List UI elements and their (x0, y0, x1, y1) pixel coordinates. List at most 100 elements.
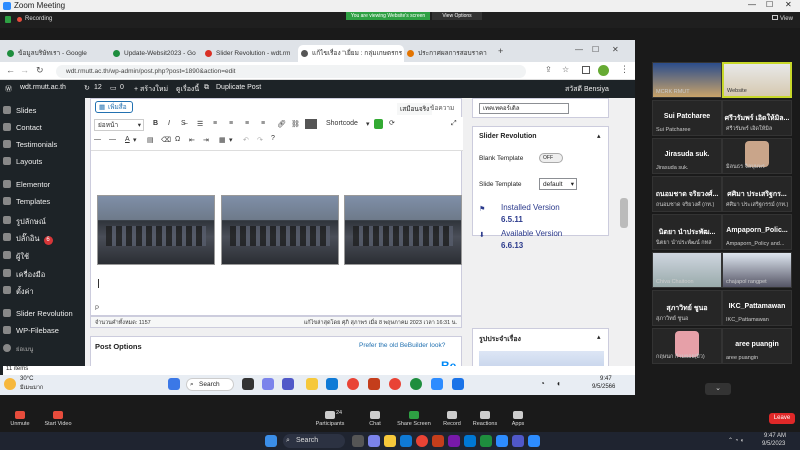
plugin-icon[interactable] (374, 119, 383, 129)
scrollbar-thumb[interactable] (620, 198, 628, 228)
site-name[interactable]: wdt.rmutt.ac.th (20, 84, 66, 91)
shortcode-select[interactable]: Shortcode (326, 120, 358, 127)
category-select[interactable]: เทคเทคอร์เดิล (479, 103, 569, 114)
help-icon[interactable]: ? (271, 135, 275, 142)
participant-tile[interactable]: มิลนธร จิลบุษพร (722, 138, 792, 174)
participant-tile[interactable]: ศรีวรัมพร์ เอิดให้มิล... ศรีวรัมพร์ เอิดใ… (722, 100, 792, 136)
maximize-icon[interactable]: ☐ (766, 0, 773, 9)
app-icon[interactable] (452, 378, 464, 390)
bullet-list-icon[interactable]: ☰ (197, 120, 203, 128)
collapse-menu[interactable]: ย่อเมนู (3, 344, 33, 354)
tab-0[interactable]: ข้อมูลบริษัทเรา - Google (4, 45, 110, 62)
word-icon[interactable] (464, 435, 476, 447)
collapse-icon[interactable]: ▴ (597, 132, 601, 140)
participant-tile[interactable]: ศศิมา ประเสริฐกร... ศศิมา ประเสริฐกรรม์ (… (722, 176, 792, 212)
special-char-icon[interactable]: Ω (175, 136, 180, 143)
gallery-image[interactable] (97, 195, 215, 265)
hr-icon[interactable]: — (109, 136, 116, 143)
sidebar-item-plugins[interactable]: ปลั๊กอิน 6 (3, 233, 53, 245)
teams-chat-icon[interactable] (282, 378, 294, 390)
app-icon[interactable] (512, 435, 524, 447)
new-content-link[interactable]: + สร้างใหม่ (134, 84, 168, 95)
participant-tile[interactable]: chajapol rangpet (722, 252, 792, 288)
menu-icon[interactable]: ⋮ (620, 64, 629, 75)
clear-format-icon[interactable]: ⌫ (161, 136, 171, 144)
participant-tile[interactable]: สุภาวิทย์ ชูนอ สุภาวิทย์ ชูนอ (652, 290, 722, 326)
format-select[interactable]: ย่อหน้า ▾ (94, 119, 144, 131)
duplicate-post-link[interactable]: Duplicate Post (216, 84, 261, 91)
tray-icons[interactable]: ⌃ ◔ ◖ (728, 437, 744, 444)
powerpoint-icon[interactable] (368, 378, 380, 390)
outdent-icon[interactable]: ⇤ (189, 136, 195, 144)
close-icon[interactable]: ✕ (785, 0, 792, 9)
collapse-icon[interactable]: ▴ (597, 333, 601, 341)
refresh-icon[interactable]: ⟳ (389, 119, 395, 127)
tab-4[interactable]: ประกาศผลการสอบราคา (404, 45, 494, 62)
wordpress-icon[interactable]: Ⓦ (5, 84, 12, 94)
url-bar[interactable]: wdt.rmutt.ac.th/wp-admin/post.php?post=1… (56, 65, 526, 78)
tab-2[interactable]: Slider Revolution - wdt.rm (202, 45, 298, 62)
slide-template-select[interactable]: default ▾ (539, 178, 577, 190)
search-box[interactable]: ⌕ Search (186, 378, 234, 391)
share-screen-button[interactable]: Share Screen (394, 411, 434, 427)
share-icon[interactable]: ⇪ (545, 65, 552, 74)
participant-tile[interactable]: กฤษนก ก้ามยอย(ยิว) (652, 328, 722, 364)
keyboard-icon[interactable] (305, 119, 317, 129)
undo-icon[interactable]: ↶ (243, 136, 249, 144)
wifi-icon[interactable]: ◔ (540, 379, 545, 388)
align-left-icon[interactable]: ≡ (229, 120, 233, 127)
extension-icon[interactable] (582, 66, 590, 74)
view-post-link[interactable]: ดูเรื่องนี้ (176, 84, 199, 95)
participant-tile[interactable]: Chiva Chaitoon (652, 252, 722, 288)
participant-tile[interactable]: Jirasuda suk. Jirasuda suk. (652, 138, 722, 174)
tab-1[interactable]: Update-Websit2023 - Go (110, 45, 202, 62)
text-color-icon[interactable]: A (125, 136, 130, 143)
back-icon[interactable]: ← (6, 65, 15, 75)
align-right-icon[interactable]: ≡ (261, 120, 265, 127)
participants-button[interactable]: Participants 24 (310, 410, 350, 427)
fullscreen-icon[interactable]: ⤢ (451, 120, 457, 128)
windows-start-icon[interactable] (265, 435, 277, 447)
underline-icon[interactable]: — (94, 136, 101, 143)
chrome-profile-icon[interactable] (410, 378, 422, 390)
howdy-user[interactable]: สวัสดี Bensiya (565, 84, 609, 95)
tab-visual[interactable]: เสมือนจริง (397, 103, 433, 115)
sidebar-item-users[interactable]: ผู้ใช้ (3, 251, 29, 263)
chrome-icon[interactable] (389, 378, 401, 390)
table-icon[interactable]: ▦ (219, 136, 226, 144)
zoom-icon[interactable] (431, 378, 443, 390)
chrome-icon[interactable] (347, 378, 359, 390)
participant-tile[interactable]: ถนอมชาด จริยวงศ์... ถนอมชาด จริยวงศ์ (กท.… (652, 176, 722, 212)
prefer-old-link[interactable]: Prefer the old BeBuilder look? (359, 342, 445, 349)
align-center-icon[interactable]: ≡ (245, 120, 249, 127)
updates-count[interactable]: 12 (94, 84, 102, 91)
unmute-button[interactable]: Unmute (0, 411, 40, 427)
numbered-list-icon[interactable]: ≡ (213, 120, 217, 127)
file-explorer-icon[interactable] (384, 435, 396, 447)
tab-text[interactable]: ข้อความ (430, 103, 454, 113)
profile-avatar[interactable] (598, 65, 609, 76)
participant-tile[interactable]: Ampaporn_Polic... Ampaporn_Policy and... (722, 214, 792, 250)
powerpoint-icon[interactable] (432, 435, 444, 447)
line-icon[interactable] (480, 435, 492, 447)
edge-icon[interactable] (400, 435, 412, 447)
sidebar-item-appearance[interactable]: รูปลักษณ์ (3, 216, 46, 228)
italic-icon[interactable]: I (168, 120, 170, 127)
gallery-image[interactable] (344, 195, 462, 265)
participant-tile[interactable]: aree puangin aree puangin (722, 328, 792, 364)
close-icon[interactable]: ✕ (612, 45, 619, 54)
sidebar-item-layouts[interactable]: Layouts (3, 157, 42, 166)
sidebar-item-testimonials[interactable]: Testimonials (3, 140, 57, 149)
link-icon[interactable]: 🔗︎ (277, 120, 286, 128)
blank-template-toggle[interactable]: OFF (539, 153, 563, 163)
onenote-icon[interactable] (448, 435, 460, 447)
participant-tile-active[interactable]: Website (722, 62, 792, 98)
participant-tile[interactable]: Sui Patcharee Sui Patcharee (652, 100, 722, 136)
sidebar-item-slider-revolution[interactable]: Slider Revolution (3, 309, 73, 318)
maximize-icon[interactable]: ☐ (592, 45, 599, 54)
edge-icon[interactable] (326, 378, 338, 390)
chrome-icon[interactable] (416, 435, 428, 447)
sidebar-item-tools[interactable]: เครื่องมือ (3, 269, 45, 281)
tab-3[interactable]: แก้ไขเรื่อง "เยี่ยม : กลุ่มเกษตรกร (298, 45, 404, 62)
sidebar-item-settings[interactable]: ตั้งค่า (3, 286, 34, 298)
